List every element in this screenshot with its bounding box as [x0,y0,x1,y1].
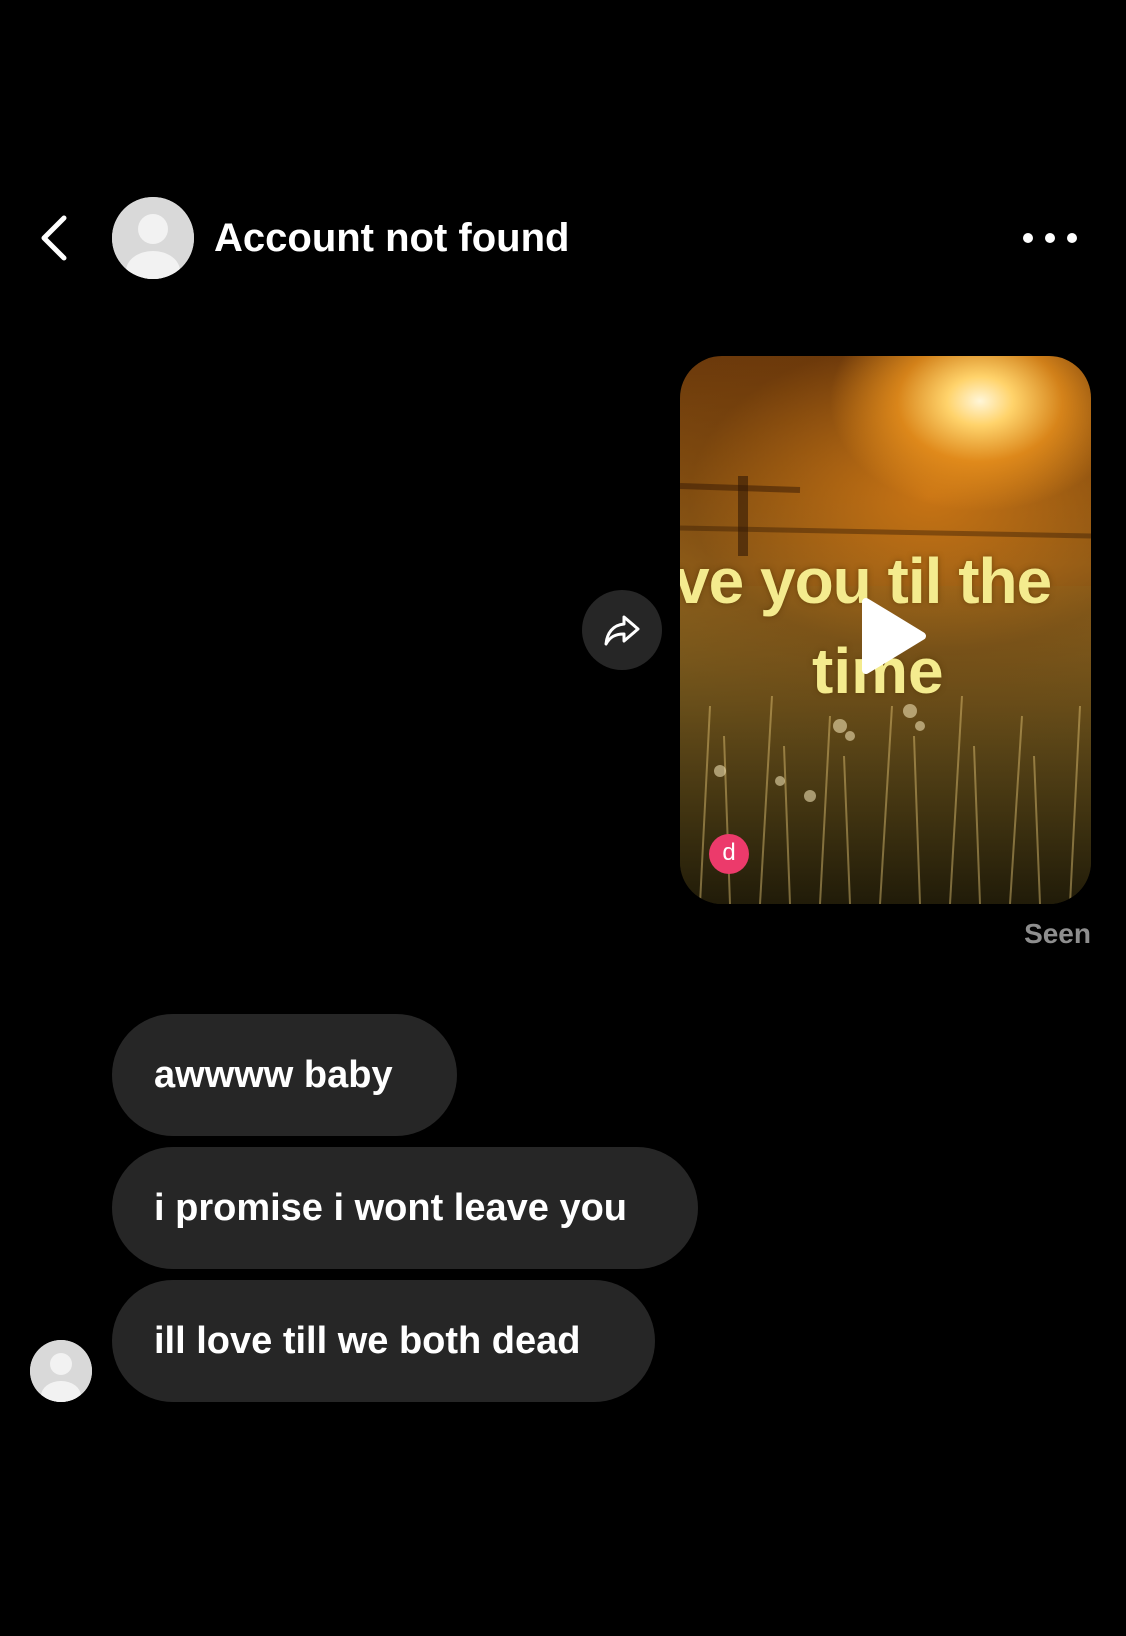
back-button[interactable] [36,212,76,264]
message-bubble[interactable]: i promise i wont leave you [112,1147,698,1269]
chevron-left-icon [41,215,67,261]
message-bubble[interactable]: awwww baby [112,1014,457,1136]
share-button[interactable] [582,590,662,670]
seen-status: Seen [1024,918,1091,949]
play-icon[interactable] [858,596,928,676]
more-horizontal-icon [1023,233,1077,243]
sender-badge: d [709,834,749,874]
sender-avatar[interactable] [30,1340,92,1402]
fence-illustration [680,476,1091,556]
shared-video-card[interactable]: ve you til the time d [680,356,1091,904]
message-bubble[interactable]: ill love till we both dead [112,1280,655,1402]
default-avatar-icon [112,197,194,279]
contact-name[interactable]: Account not found [214,214,569,262]
contact-avatar[interactable] [112,197,194,279]
more-options-button[interactable] [1020,218,1080,258]
default-avatar-icon [30,1340,92,1402]
share-icon [604,615,640,646]
chat-header: Account not found [0,190,1126,290]
